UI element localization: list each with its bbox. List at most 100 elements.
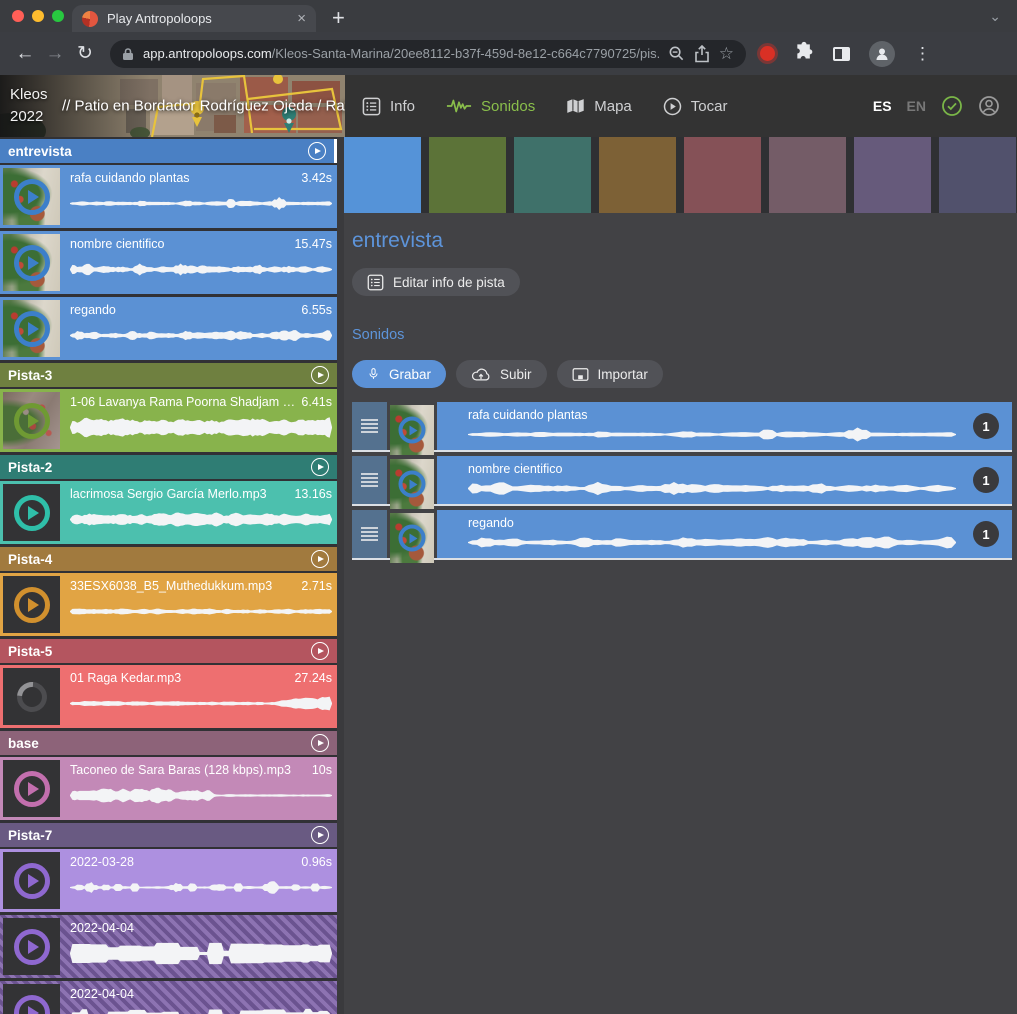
waveform[interactable]: [70, 876, 332, 899]
tab-search-chevron-icon[interactable]: ⌄: [989, 8, 1001, 25]
track-row[interactable]: 33ESX6038_B5_Muthedukkum.mp32.71s: [0, 573, 337, 636]
reload-button[interactable]: ↻: [70, 39, 100, 69]
section-header[interactable]: Pista-3: [0, 363, 337, 387]
app-logo[interactable]: Kleos 2022: [10, 84, 48, 128]
window-close-button[interactable]: [12, 10, 24, 22]
window-minimize-button[interactable]: [32, 10, 44, 22]
window-zoom-button[interactable]: [52, 10, 64, 22]
waveform[interactable]: [70, 1008, 332, 1014]
track-row[interactable]: regando6.55s: [0, 297, 337, 360]
track-row-muted[interactable]: 2022-04-04: [0, 915, 337, 978]
tab-info[interactable]: Info: [362, 97, 415, 116]
track-color-tile[interactable]: [514, 137, 591, 213]
track-row[interactable]: 1-06 Lavanya Rama Poorna Shadjam Rupak..…: [0, 389, 337, 452]
sound-body[interactable]: rafa cuidando plantas 1: [437, 402, 1012, 450]
tab-mapa[interactable]: Mapa: [566, 97, 632, 115]
sound-body[interactable]: regando 1: [437, 510, 1012, 558]
side-panel-icon[interactable]: [833, 47, 850, 61]
drag-handle[interactable]: [352, 402, 387, 450]
zoom-icon[interactable]: [668, 45, 685, 62]
share-icon[interactable]: [694, 45, 710, 63]
track-row[interactable]: lacrimosa Sergio García Merlo.mp313.16s: [0, 481, 337, 544]
import-button[interactable]: Importar: [557, 360, 663, 388]
track-color-tile[interactable]: [854, 137, 931, 213]
project-map-banner[interactable]: Kleos 2022 // Patio en Bordador Rodrígue…: [0, 75, 345, 137]
browser-tab[interactable]: Play Antropoloops ×: [72, 5, 316, 32]
track-thumbnail[interactable]: [3, 576, 60, 633]
upload-button[interactable]: Subir: [456, 360, 547, 388]
waveform[interactable]: [468, 530, 956, 555]
waveform[interactable]: [70, 600, 332, 623]
saved-check-icon[interactable]: [941, 95, 963, 117]
forward-button[interactable]: →: [40, 39, 70, 69]
tab-close-icon[interactable]: ×: [297, 11, 306, 26]
lang-en-toggle[interactable]: EN: [907, 98, 926, 114]
track-thumbnail[interactable]: [3, 918, 60, 975]
waveform[interactable]: [468, 476, 956, 501]
record-extension-icon[interactable]: [760, 46, 775, 61]
track-color-tile[interactable]: [684, 137, 761, 213]
track-row[interactable]: Taconeo de Sara Baras (128 kbps).mp310s: [0, 757, 337, 820]
extensions-puzzle-icon[interactable]: [794, 41, 814, 66]
track-thumbnail[interactable]: [3, 300, 60, 357]
section-play-icon[interactable]: [311, 550, 329, 568]
track-color-tile[interactable]: [599, 137, 676, 213]
sound-thumbnail[interactable]: [390, 405, 434, 455]
waveform[interactable]: [70, 324, 332, 347]
waveform[interactable]: [70, 416, 332, 439]
track-thumbnail[interactable]: [3, 984, 60, 1014]
waveform[interactable]: [468, 422, 956, 447]
waveform[interactable]: [70, 942, 332, 965]
section-play-icon[interactable]: [311, 642, 329, 660]
tab-sonidos[interactable]: Sonidos: [446, 97, 535, 115]
tab-tocar[interactable]: Tocar: [663, 97, 728, 116]
track-color-tile[interactable]: [429, 137, 506, 213]
edit-track-info-button[interactable]: Editar info de pista: [352, 268, 520, 296]
sound-row[interactable]: regando 1: [352, 510, 1012, 560]
waveform[interactable]: [70, 784, 332, 807]
track-row[interactable]: nombre cientifico15.47s: [0, 231, 337, 294]
track-row-muted[interactable]: 2022-04-04: [0, 981, 337, 1014]
track-thumbnail[interactable]: [3, 852, 60, 909]
track-thumbnail[interactable]: [3, 668, 60, 725]
section-play-icon[interactable]: [311, 458, 329, 476]
section-header[interactable]: Pista-5: [0, 639, 337, 663]
profile-avatar[interactable]: [869, 41, 895, 67]
track-thumbnail[interactable]: [3, 760, 60, 817]
sidebar-scrollbar[interactable]: [337, 137, 344, 1014]
waveform[interactable]: [70, 692, 332, 715]
waveform[interactable]: [70, 508, 332, 531]
sound-row[interactable]: rafa cuidando plantas 1: [352, 402, 1012, 452]
section-play-icon[interactable]: [311, 734, 329, 752]
section-play-icon[interactable]: [311, 826, 329, 844]
track-row[interactable]: rafa cuidando plantas3.42s: [0, 165, 337, 228]
lang-es-toggle[interactable]: ES: [873, 98, 892, 114]
drag-handle[interactable]: [352, 456, 387, 504]
record-button[interactable]: Grabar: [352, 360, 446, 388]
sound-thumbnail[interactable]: [390, 459, 434, 509]
sound-thumbnail[interactable]: [390, 513, 434, 563]
track-thumbnail[interactable]: [3, 234, 60, 291]
sound-row[interactable]: nombre cientifico 1: [352, 456, 1012, 506]
section-play-icon[interactable]: [311, 366, 329, 384]
track-row[interactable]: 01 Raga Kedar.mp327.24s: [0, 665, 337, 728]
section-header[interactable]: base: [0, 731, 337, 755]
waveform[interactable]: [70, 192, 332, 215]
url-bar[interactable]: app.antropoloops.com/Kleos-Santa-Marina/…: [110, 40, 746, 68]
track-thumbnail[interactable]: [3, 484, 60, 541]
section-header[interactable]: Pista-7: [0, 823, 337, 847]
track-thumbnail[interactable]: [3, 392, 60, 449]
track-thumbnail[interactable]: [3, 168, 60, 225]
account-icon[interactable]: [978, 95, 1000, 117]
bookmark-star-icon[interactable]: ☆: [719, 45, 734, 62]
section-header[interactable]: entrevista: [0, 139, 337, 163]
browser-menu-icon[interactable]: ⋮: [914, 44, 931, 64]
track-color-tile[interactable]: [939, 137, 1016, 213]
section-play-icon[interactable]: [308, 142, 326, 160]
drag-handle[interactable]: [352, 510, 387, 558]
new-tab-button[interactable]: +: [332, 7, 345, 29]
sound-body[interactable]: nombre cientifico 1: [437, 456, 1012, 504]
track-color-tile[interactable]: [769, 137, 846, 213]
section-header[interactable]: Pista-2: [0, 455, 337, 479]
back-button[interactable]: ←: [10, 39, 40, 69]
